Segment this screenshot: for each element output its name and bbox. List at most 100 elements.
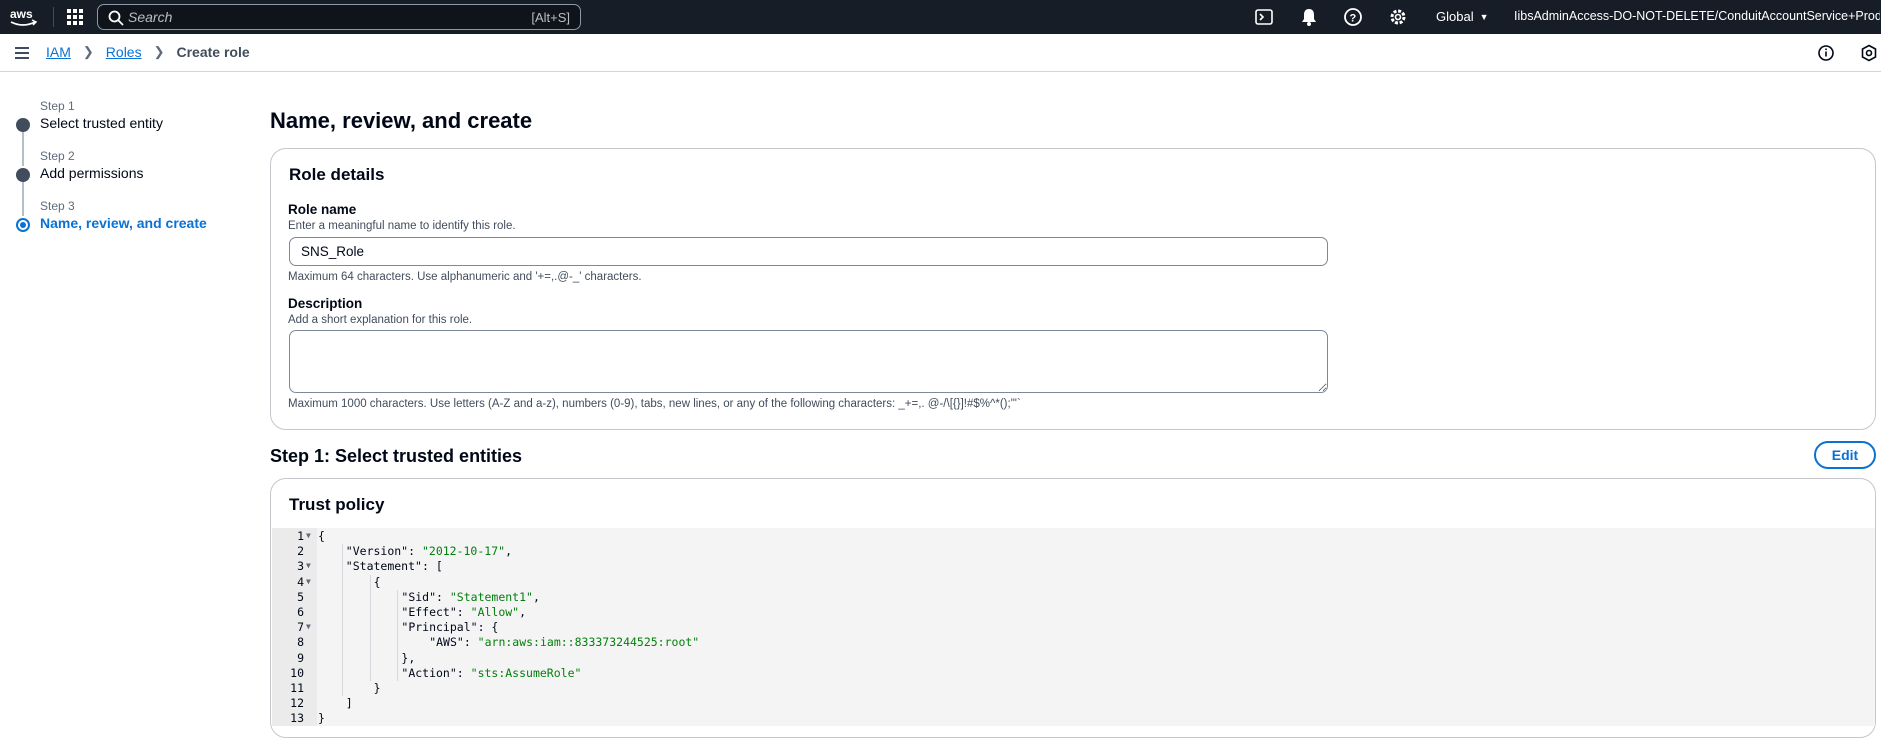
code-line: 6 "Effect": "Allow",	[272, 605, 1875, 620]
step-connector	[22, 182, 24, 216]
description-hint: Add a short explanation for this role.	[288, 314, 473, 326]
step-number: Step 1	[40, 99, 75, 113]
role-name-label: Role name	[288, 202, 357, 217]
code-text: {	[373, 574, 381, 589]
indent-guide	[397, 589, 399, 681]
line-number: 11	[290, 681, 304, 695]
search-input[interactable]	[128, 7, 508, 27]
description-constraint: Maximum 1000 characters. Use letters (A-…	[288, 398, 1021, 410]
caret-down-icon: ▼	[1479, 11, 1489, 22]
info-icon[interactable]	[1817, 44, 1835, 62]
indent-guide	[369, 574, 371, 681]
svg-text:aws: aws	[10, 7, 33, 21]
line-number: 13	[290, 711, 304, 726]
breadcrumb-current: Create role	[176, 44, 250, 60]
search-icon	[108, 10, 124, 26]
step-complete-icon	[16, 118, 30, 132]
chevron-right-icon: ❯	[82, 44, 94, 59]
role-name-constraint: Maximum 64 characters. Use alphanumeric …	[288, 271, 642, 283]
json-key: "Version"	[345, 544, 409, 559]
menu-icon[interactable]	[14, 45, 30, 61]
json-string-value: "Statement1"	[449, 589, 533, 604]
breadcrumb-iam[interactable]: IAM	[46, 44, 71, 60]
line-number: 8	[297, 635, 304, 650]
breadcrumb-bar: IAM ❯ Roles ❯ Create role	[0, 34, 1881, 72]
json-key: "AWS"	[429, 635, 464, 650]
code-text: "Statement": [	[345, 559, 443, 574]
help-icon[interactable]: ?	[1343, 7, 1363, 27]
code-line: 8 "AWS": "arn:aws:iam::833373244525:root"	[272, 635, 1875, 650]
step-number: Step 3	[40, 199, 75, 213]
fold-toggle-icon[interactable]: ▼	[306, 622, 311, 631]
line-number: 10	[290, 665, 304, 680]
code-line: 10 "Action": "sts:AssumeRole"	[272, 666, 1875, 681]
code-text: }	[373, 681, 381, 695]
code-text: "Sid": "Statement1",	[401, 589, 540, 604]
json-key: "Principal"	[401, 620, 478, 635]
step-title: Name, review, and create	[40, 215, 207, 231]
role-name-description: Enter a meaningful name to identify this…	[288, 220, 516, 232]
code-text: "Version": "2012-10-17",	[345, 544, 512, 559]
fold-toggle-icon[interactable]: ▼	[306, 577, 311, 586]
code-line: 3 ▼ "Statement": [	[272, 559, 1875, 574]
json-key: "Statement"	[345, 559, 422, 574]
aws-logo[interactable]: aws	[8, 5, 40, 29]
account-menu[interactable]: IibsAdminAccess-DO-NOT-DELETE/ConduitAcc…	[1514, 9, 1880, 23]
line-number: 2	[297, 544, 304, 559]
code-line: 7 ▼ "Principal": {	[272, 620, 1875, 635]
page-title: Name, review, and create	[270, 108, 533, 133]
code-line: 5 "Sid": "Statement1",	[272, 590, 1875, 605]
breadcrumb-roles[interactable]: Roles	[106, 44, 142, 60]
code-text: "Principal": {	[401, 620, 499, 635]
step-title[interactable]: Select trusted entity	[40, 115, 163, 131]
fold-toggle-icon[interactable]: ▼	[306, 531, 311, 540]
code-line: 9},	[272, 651, 1875, 666]
code-line: 12]	[272, 696, 1875, 711]
breadcrumb: IAM ❯ Roles ❯ Create role	[46, 44, 250, 60]
top-navigation: aws [Alt+S] ? Global ▼ IibsA	[0, 0, 1881, 34]
role-name-input[interactable]	[289, 237, 1328, 266]
json-key: "Effect"	[401, 605, 457, 619]
line-number: 12	[290, 696, 304, 711]
cloudshell-icon[interactable]	[1254, 7, 1274, 27]
json-string-value: "arn:aws:iam::833373244525:root"	[477, 635, 700, 650]
edit-trusted-entities-button[interactable]: Edit	[1814, 441, 1876, 469]
settings-icon[interactable]	[1388, 7, 1408, 27]
line-number: 4	[297, 574, 304, 589]
code-text: "Effect": "Allow",	[401, 605, 527, 619]
search-shortcut: [Alt+S]	[531, 10, 570, 25]
card-title: Trust policy	[289, 495, 385, 514]
line-number: 3	[297, 559, 304, 574]
line-number: 6	[297, 605, 304, 619]
code-line: 4 ▼ {	[272, 575, 1875, 590]
code-line: 1 ▼ {	[272, 529, 1875, 544]
notifications-panel-icon[interactable]	[1860, 44, 1878, 62]
line-number: 5	[297, 589, 304, 604]
description-textarea[interactable]	[289, 330, 1328, 393]
code-text: ]	[345, 696, 353, 711]
wizard-steps: Step 1 Select trusted entity Step 2 Add …	[0, 72, 260, 730]
json-string-value: "2012-10-17"	[421, 544, 506, 559]
chevron-right-icon: ❯	[153, 44, 165, 59]
svg-text:?: ?	[1350, 13, 1357, 25]
line-number: 1	[297, 529, 304, 543]
global-search[interactable]: [Alt+S]	[97, 4, 581, 30]
code-line: 2 "Version": "2012-10-17",	[272, 544, 1875, 559]
json-string-value: "sts:AssumeRole"	[470, 665, 582, 680]
trust-policy-editor[interactable]: 1 ▼{2 "Version": "2012-10-17", 3 ▼ "Statement…	[272, 528, 1875, 726]
step-current-icon	[16, 218, 30, 232]
region-selector[interactable]: Global ▼	[1436, 9, 1489, 24]
code-text: "AWS": "arn:aws:iam::833373244525:root"	[429, 635, 700, 650]
code-line: 11}	[272, 681, 1875, 696]
step1-heading: Step 1: Select trusted entities	[270, 446, 523, 466]
line-number: 9	[297, 650, 304, 665]
step-complete-icon	[16, 168, 30, 182]
indent-guide	[341, 544, 343, 697]
fold-toggle-icon[interactable]: ▼	[306, 561, 311, 570]
bell-icon[interactable]	[1299, 7, 1319, 27]
step-title[interactable]: Add permissions	[40, 165, 144, 181]
json-string-value: "Allow"	[470, 605, 520, 619]
services-grid-icon[interactable]	[66, 8, 84, 26]
json-key: "Action"	[401, 665, 457, 680]
region-label: Global	[1436, 9, 1474, 24]
